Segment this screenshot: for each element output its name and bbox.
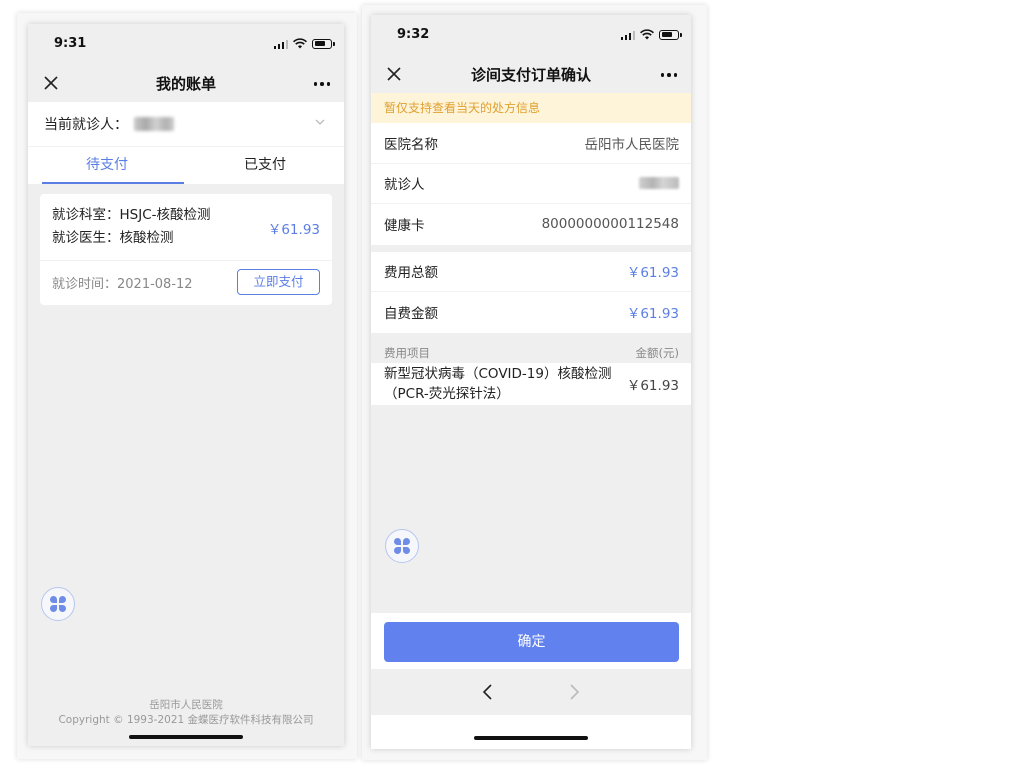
bill-card[interactable]: 就诊科室：HSJC-核酸检测 就诊医生：核酸检测 ￥61.93 就诊时间：202… — [40, 194, 332, 305]
fee-item-row: 新型冠状病毒（COVID-19）核酸检测（PCR-荧光探针法） ￥61.93 — [371, 362, 691, 405]
floating-menu-icon[interactable] — [41, 587, 75, 621]
info-row-patient: 就诊人 — [371, 164, 691, 204]
fee-value: ￥61.93 — [626, 265, 679, 282]
pay-now-button[interactable]: 立即支付 — [237, 269, 320, 295]
fee-value: ￥61.93 — [626, 306, 679, 323]
fee-key: 自费金额 — [384, 306, 438, 323]
bill-time: 就诊时间：2021-08-12 — [52, 276, 193, 292]
patient-selector[interactable]: 当前就诊人： — [28, 102, 344, 146]
status-icons — [620, 29, 682, 40]
floating-menu-icon[interactable] — [385, 529, 419, 563]
status-icons — [273, 38, 335, 49]
wifi-icon — [293, 38, 307, 49]
browser-nav — [371, 669, 691, 715]
fee-item-name: 新型冠状病毒（COVID-19）核酸检测（PCR-荧光探针法） — [384, 365, 612, 402]
signal-icon — [273, 39, 288, 49]
page-title: 我的账单 — [155, 74, 216, 93]
items-header-item: 费用项目 — [384, 345, 430, 360]
fee-group: 费用总额 ￥61.93 自费金额 ￥61.93 — [371, 251, 691, 333]
wifi-icon — [640, 29, 654, 40]
patient-name-blurred — [639, 177, 679, 190]
home-indicator — [474, 736, 588, 740]
confirm-button[interactable]: 确定 — [384, 622, 679, 662]
fee-item-price: ￥61.93 — [626, 377, 679, 394]
status-bar: 9:31 — [28, 24, 344, 64]
nav-bar: 诊间支付订单确认 — [371, 55, 691, 93]
battery-icon — [312, 38, 335, 49]
patient-name-blurred — [134, 117, 174, 131]
status-bar: 9:32 — [371, 15, 691, 55]
close-icon[interactable] — [42, 74, 60, 92]
signal-icon — [620, 30, 635, 40]
fee-row-self-pay: 自费金额 ￥61.93 — [371, 292, 691, 333]
close-icon[interactable] — [385, 65, 403, 83]
footer-copyright: Copyright © 1993-2021 金蝶医疗软件科技有限公司 — [58, 714, 314, 726]
home-indicator — [129, 735, 243, 739]
chevron-down-icon — [315, 119, 325, 125]
status-time: 9:32 — [397, 27, 430, 42]
items-header-amount: 金额(元) — [635, 345, 679, 360]
bill-tabs: 待支付 已支付 — [28, 146, 344, 184]
tab-paid[interactable]: 已支付 — [186, 147, 344, 184]
info-key: 健康卡 — [384, 218, 425, 235]
fee-key: 费用总额 — [384, 265, 438, 282]
patient-label: 当前就诊人： — [44, 117, 128, 133]
info-row-health-card: 健康卡 8000000000112548 — [371, 204, 691, 245]
more-icon[interactable] — [313, 82, 330, 86]
section-gap — [371, 244, 691, 252]
items-header: 费用项目 金额(元) — [371, 332, 691, 361]
nav-bar: 我的账单 — [28, 64, 344, 102]
bill-amount: ￥61.93 — [267, 222, 320, 238]
bill-footer: 就诊时间：2021-08-12 立即支付 — [52, 261, 320, 295]
forward-arrow-icon[interactable] — [567, 683, 581, 701]
order-info-group: 医院名称 岳阳市人民医院 就诊人 健康卡 8000000000112548 — [371, 123, 691, 245]
bottom-action-area: 确定 — [371, 613, 691, 749]
info-key: 就诊人 — [384, 177, 425, 194]
info-key: 医院名称 — [384, 136, 438, 153]
page-title: 诊间支付订单确认 — [470, 65, 591, 84]
bill-list-screen: 9:31 我的账单 当前就诊人： 待支付 已支付 就诊科室：HSJC-核酸检测 … — [28, 24, 344, 746]
info-row-hospital: 医院名称 岳阳市人民医院 — [371, 123, 691, 164]
footer-hospital: 岳阳市人民医院 — [149, 699, 223, 711]
info-value: 8000000000112548 — [541, 216, 679, 233]
more-icon[interactable] — [660, 73, 677, 77]
order-confirm-screen: 9:32 诊间支付订单确认 暂仅支持查看当天的处方信息 医院名称 岳阳市人民医院 … — [371, 15, 691, 749]
status-time: 9:31 — [54, 36, 87, 51]
battery-icon — [659, 29, 682, 40]
notice-banner: 暂仅支持查看当天的处方信息 — [371, 93, 691, 123]
page-footer: 岳阳市人民医院 Copyright © 1993-2021 金蝶医疗软件科技有限… — [28, 698, 344, 728]
fee-row-total: 费用总额 ￥61.93 — [371, 252, 691, 292]
tab-unpaid[interactable]: 待支付 — [28, 147, 186, 184]
back-arrow-icon[interactable] — [481, 683, 495, 701]
info-value: 岳阳市人民医院 — [584, 136, 680, 153]
